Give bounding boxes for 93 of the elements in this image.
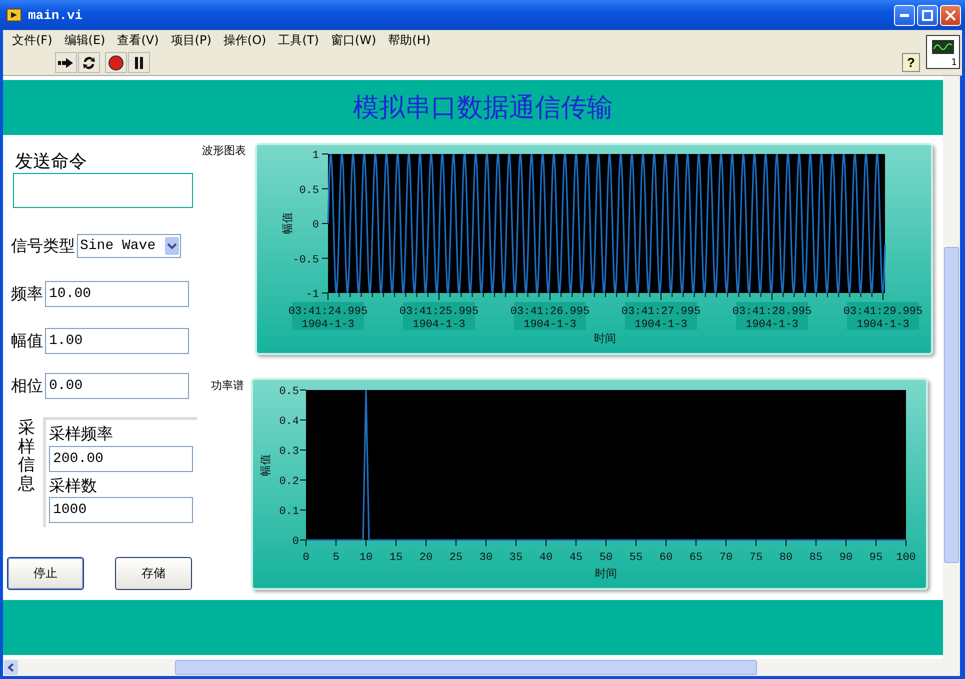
minimize-icon: [900, 14, 909, 16]
numeric-field[interactable]: 200.00: [49, 446, 193, 472]
vi-icon[interactable]: 1: [926, 35, 960, 69]
menu-item[interactable]: 帮助(H): [383, 32, 438, 48]
y-tick-label: 0: [312, 220, 319, 232]
x-tick-label: 80: [779, 552, 793, 564]
x-tick-label: 35: [509, 552, 523, 564]
menu-item[interactable]: 项目(P): [166, 32, 218, 48]
command-field[interactable]: [13, 173, 193, 208]
field-label: 信号类型: [11, 236, 75, 256]
run-button[interactable]: [55, 52, 77, 73]
pause-button[interactable]: [128, 52, 150, 73]
time-tick-label: 03:41:24.995 1904-1-3: [288, 302, 368, 331]
horizontal-scrollbar[interactable]: [3, 659, 960, 676]
panel-button[interactable]: 停止: [7, 557, 84, 590]
y-tick-label: 0.2: [279, 476, 299, 488]
x-tick-label: 5: [332, 552, 340, 564]
maximize-icon: [922, 10, 933, 20]
menu-item[interactable]: 编辑(E): [59, 32, 112, 48]
app-icon: [6, 7, 22, 23]
time-tick-label: 03:41:27.995 1904-1-3: [621, 302, 701, 331]
numeric-field[interactable]: 0.00: [45, 373, 189, 399]
cluster-label: 采样信息: [18, 419, 35, 496]
icon-number: 1: [951, 58, 957, 68]
vertical-scrollbar[interactable]: [943, 76, 960, 659]
cycle-arrows-icon: [81, 54, 97, 70]
x-tick-label: 75: [749, 552, 763, 564]
chart-label: 波形图表: [202, 143, 247, 158]
menu-item[interactable]: 窗口(W): [326, 32, 384, 48]
close-button[interactable]: [940, 4, 961, 26]
y-tick-label: 0.1: [279, 506, 299, 518]
x-axis-label: 时间: [594, 332, 616, 345]
x-tick-label: 90: [839, 552, 853, 564]
x-tick-label: 50: [599, 552, 613, 564]
x-tick-label: 55: [629, 552, 643, 564]
x-tick-label: 10: [359, 552, 373, 564]
time-tick-label: 03:41:26.995 1904-1-3: [510, 302, 590, 331]
stop-icon: [108, 54, 124, 70]
close-icon: [945, 10, 956, 20]
y-tick-label: 0.4: [279, 416, 299, 428]
x-tick-label: 60: [659, 552, 673, 564]
pause-icon: [134, 56, 144, 68]
abort-button[interactable]: [105, 52, 127, 73]
y-axis-label: 幅值: [281, 212, 294, 234]
numeric-field[interactable]: 10.00: [45, 281, 189, 307]
maximize-button[interactable]: [917, 4, 938, 26]
x-axis-label: 时间: [595, 567, 617, 580]
panel-button[interactable]: 存储: [115, 557, 192, 590]
window-title: main.vi: [28, 8, 84, 22]
panel-title: 模拟串口数据通信传输: [353, 92, 613, 125]
y-tick-label: 0.5: [299, 184, 319, 197]
x-tick-label: 25: [449, 552, 463, 564]
scroll-thumb[interactable]: [175, 660, 757, 675]
minimize-button[interactable]: [894, 4, 915, 26]
x-tick-label: 15: [389, 552, 403, 564]
x-tick-label: 20: [419, 552, 433, 564]
numeric-field[interactable]: 1000: [49, 497, 193, 523]
signal-type-dropdown[interactable]: Sine Wave: [77, 234, 181, 258]
x-tick-label: 70: [719, 552, 733, 564]
scroll-thumb[interactable]: [944, 247, 959, 563]
menu-item[interactable]: 工具(T): [273, 32, 326, 48]
y-tick-label: 0: [292, 536, 299, 548]
y-tick-label: 1: [312, 150, 319, 162]
x-tick-label: 100: [896, 552, 916, 564]
menu-item[interactable]: 操作(O): [218, 32, 274, 48]
help-button[interactable]: ?: [902, 53, 920, 72]
y-axis-label: 幅值: [259, 454, 272, 476]
waveform-icon: [932, 40, 954, 54]
time-tick-label: 03:41:28.995 1904-1-3: [732, 302, 812, 331]
menu-item[interactable]: 查看(V): [112, 32, 166, 48]
field-label: 幅值: [11, 330, 43, 352]
field-label: 采样数: [49, 476, 98, 496]
field-label: 频率: [11, 284, 43, 304]
y-tick-label: -1: [306, 289, 319, 301]
y-tick-label: 0.3: [279, 446, 299, 458]
menu-item[interactable]: 文件(F): [7, 32, 60, 48]
x-tick-label: 65: [689, 552, 703, 564]
y-tick-label: -0.5: [292, 254, 319, 266]
x-tick-label: 95: [869, 552, 883, 564]
numeric-field[interactable]: 1.00: [45, 328, 189, 354]
x-tick-label: 40: [539, 552, 553, 564]
field-label: 相位: [11, 376, 43, 396]
x-tick-label: 85: [809, 552, 823, 564]
field-label: 发送命令: [15, 150, 88, 173]
time-tick-label: 03:41:25.995 1904-1-3: [399, 302, 479, 331]
x-tick-label: 0: [302, 552, 310, 564]
chart-label: 功率谱: [210, 378, 245, 393]
x-tick-label: 30: [479, 552, 493, 564]
arrow-icon: [58, 56, 74, 68]
field-label: 采样频率: [49, 424, 114, 445]
x-tick-label: 45: [569, 552, 583, 564]
time-tick-label: 03:41:29.995 1904-1-3: [843, 302, 923, 331]
y-tick-label: 0.5: [279, 386, 299, 398]
